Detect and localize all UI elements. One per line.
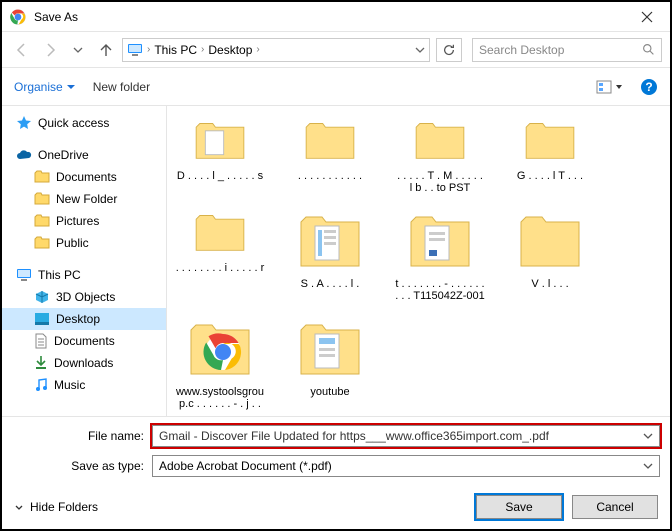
nav-onedrive[interactable]: OneDrive: [2, 144, 166, 166]
folder-icon: [34, 170, 50, 184]
chevron-right-icon: ›: [256, 44, 259, 55]
cube-icon: [34, 290, 50, 304]
folder-icon: [34, 236, 50, 250]
titlebar: Save As: [2, 2, 670, 32]
nav-onedrive-pictures[interactable]: Pictures: [2, 210, 166, 232]
view-options-button[interactable]: [596, 78, 622, 96]
breadcrumb-thispc[interactable]: This PC: [154, 43, 197, 57]
folder-icon: [520, 118, 580, 162]
folder-item[interactable]: . . . . . T . M . . . . . l b . . to PST: [395, 112, 485, 194]
nav-onedrive-public[interactable]: Public: [2, 232, 166, 254]
save-as-dialog: Save As › This PC › Desktop › Search Des…: [0, 0, 672, 531]
up-button[interactable]: [94, 38, 118, 62]
nav-music[interactable]: Music: [2, 374, 166, 396]
dropdown-triangle-icon: [67, 83, 75, 91]
folder-view[interactable]: D . . . . l _ . . . . . s . . . . . . . …: [167, 106, 670, 416]
search-icon: [642, 43, 655, 56]
arrow-left-icon: [14, 42, 30, 58]
svg-text:?: ?: [645, 80, 652, 94]
nav-quick-access[interactable]: Quick access: [2, 112, 166, 134]
toolbar: Organise New folder ?: [2, 68, 670, 106]
savetype-label: Save as type:: [12, 459, 152, 473]
breadcrumb[interactable]: › This PC › Desktop ›: [122, 38, 430, 62]
download-icon: [34, 355, 48, 371]
breadcrumb-desktop[interactable]: Desktop: [208, 43, 252, 57]
cloud-icon: [16, 149, 32, 161]
chevron-right-icon: ›: [147, 44, 150, 55]
nav-this-pc[interactable]: This PC: [2, 264, 166, 286]
search-placeholder: Search Desktop: [479, 43, 564, 57]
chevron-down-icon: [14, 502, 24, 512]
chevron-down-icon[interactable]: [415, 45, 425, 55]
back-button[interactable]: [10, 38, 34, 62]
folder-item[interactable]: D . . . . l _ . . . . . s: [175, 112, 265, 194]
save-button[interactable]: Save: [476, 495, 562, 519]
nav-onedrive-newfolder[interactable]: New Folder: [2, 188, 166, 210]
refresh-icon: [442, 43, 456, 57]
document-icon: [34, 333, 48, 349]
folder-icon: [34, 192, 50, 206]
monitor-icon: [16, 268, 32, 282]
filename-input[interactable]: Gmail - Discover File Updated for https_…: [152, 425, 660, 447]
desktop-icon: [34, 312, 50, 326]
folder-icon: [515, 208, 585, 272]
hide-folders-button[interactable]: Hide Folders: [14, 500, 98, 514]
cancel-button[interactable]: Cancel: [572, 495, 658, 519]
folder-icon: [190, 118, 250, 162]
close-icon: [641, 11, 653, 23]
chrome-icon: [10, 9, 26, 25]
music-icon: [34, 377, 48, 393]
monitor-icon: [127, 43, 143, 57]
filename-label: File name:: [12, 429, 152, 443]
dialog-button-row: Hide Folders Save Cancel: [2, 485, 670, 529]
folder-item[interactable]: G . . . . l T . . .: [505, 112, 595, 194]
organise-button[interactable]: Organise: [14, 80, 75, 94]
help-icon: ?: [640, 78, 658, 96]
arrow-up-icon: [98, 42, 114, 58]
new-folder-button[interactable]: New folder: [93, 80, 150, 94]
savetype-select[interactable]: Adobe Acrobat Document (*.pdf): [152, 455, 660, 477]
folder-preview-icon: [405, 208, 475, 272]
folder-item[interactable]: t . . . . . . . - . . . . . . . . . T115…: [395, 204, 485, 302]
view-icon: [596, 78, 622, 96]
nav-3d-objects[interactable]: 3D Objects: [2, 286, 166, 308]
nav-desktop[interactable]: Desktop: [2, 308, 166, 330]
chevron-down-icon: [643, 461, 653, 471]
folder-icon: [410, 118, 470, 162]
chevron-down-icon: [643, 431, 653, 441]
chevron-right-icon: ›: [201, 44, 204, 55]
search-input[interactable]: Search Desktop: [472, 38, 662, 62]
address-bar: › This PC › Desktop › Search Desktop: [2, 32, 670, 68]
folder-item[interactable]: www.systoolsgroup.c . . . . . . - . j . …: [175, 312, 265, 410]
folder-item[interactable]: youtube: [285, 312, 375, 410]
folder-preview-icon: [295, 316, 365, 380]
help-button[interactable]: ?: [640, 78, 658, 96]
folder-icon: [34, 214, 50, 228]
arrow-right-icon: [42, 42, 58, 58]
forward-button[interactable]: [38, 38, 62, 62]
navigation-pane: Quick access OneDrive Documents New Fold…: [2, 106, 167, 416]
folder-icon: [190, 210, 250, 254]
nav-downloads[interactable]: Downloads: [2, 352, 166, 374]
close-button[interactable]: [624, 2, 670, 32]
save-form: File name: Gmail - Discover File Updated…: [2, 416, 670, 485]
folder-preview-icon: [295, 208, 365, 272]
titlebar-title: Save As: [34, 10, 624, 24]
nav-documents[interactable]: Documents: [2, 330, 166, 352]
nav-onedrive-documents[interactable]: Documents: [2, 166, 166, 188]
recent-locations-button[interactable]: [66, 38, 90, 62]
folder-item[interactable]: . . . . . . . . . . .: [285, 112, 375, 194]
refresh-button[interactable]: [436, 38, 462, 62]
folder-item[interactable]: . . . . . . . . i . . . . . r: [175, 204, 265, 302]
folder-item[interactable]: S . A . . . . l .: [285, 204, 375, 302]
folder-item[interactable]: V . l . . .: [505, 204, 595, 302]
folder-chrome-icon: [185, 316, 255, 380]
chevron-down-icon: [73, 45, 83, 55]
folder-icon: [300, 118, 360, 162]
star-icon: [16, 115, 32, 131]
